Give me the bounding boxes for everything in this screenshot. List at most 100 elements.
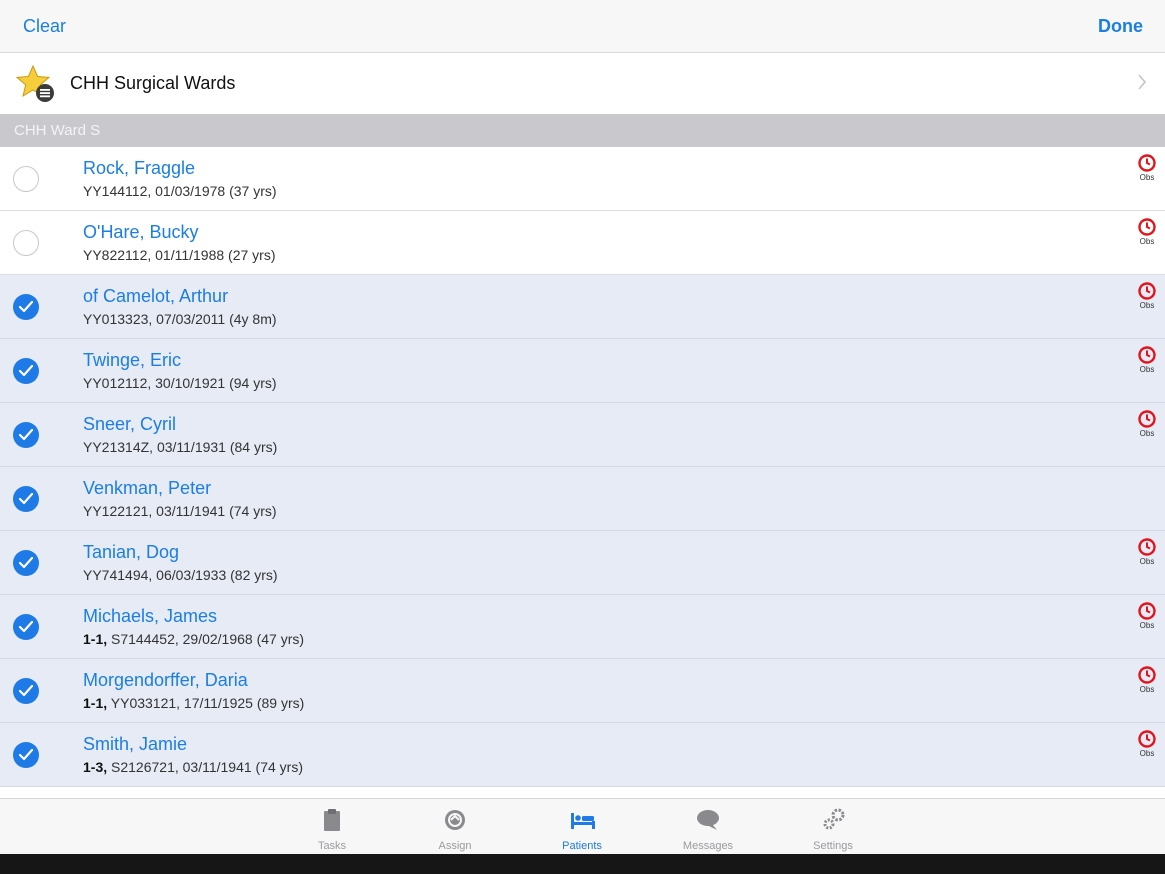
patient-detail: 1-1, YY033121, 17/11/1925 (89 yrs) [83, 695, 304, 711]
checkmark-selected-icon[interactable] [13, 486, 39, 512]
section-title: CHH Ward S [14, 122, 101, 139]
obs-label: Obs [1139, 429, 1155, 438]
tab-tasks[interactable]: Tasks [287, 799, 377, 855]
patient-detail: YY822112, 01/11/1988 (27 yrs) [83, 247, 276, 263]
checkmark-selected-icon[interactable] [13, 742, 39, 768]
patient-id-dob: YY144112, 01/03/1978 (37 yrs) [83, 183, 277, 199]
patient-name: O'Hare, Bucky [83, 222, 199, 242]
obs-due-indicator: Obs [1135, 217, 1159, 246]
checkmark-selected-icon[interactable] [13, 678, 39, 704]
obs-due-indicator: Obs [1135, 153, 1159, 182]
patient-row[interactable]: Twinge, Eric YY012112, 30/10/1921 (94 yrs… [0, 339, 1165, 403]
chevron-right-icon [1138, 74, 1147, 90]
tab-bar: Tasks Assign Patients Messages Settings [0, 798, 1165, 855]
star-list-icon [15, 64, 54, 102]
tab-label: Messages [682, 840, 734, 852]
alarm-clock-icon [1138, 282, 1156, 300]
patient-row[interactable]: Venkman, Peter YY122121, 03/11/1941 (74 y… [0, 467, 1165, 531]
checkbox-empty-icon[interactable] [13, 230, 39, 256]
patient-detail: YY013323, 07/03/2011 (4y 8m) [83, 311, 277, 327]
obs-label: Obs [1139, 749, 1155, 758]
patient-name: Smith, Jamie [83, 734, 188, 754]
patient-id-dob: YY013323, 07/03/2011 (4y 8m) [83, 311, 277, 327]
patient-id-dob: YY033121, 17/11/1925 (89 yrs) [107, 695, 305, 711]
checkmark-selected-icon[interactable] [13, 422, 39, 448]
alarm-clock-icon [1138, 154, 1156, 172]
patient-name: Sneer, Cyril [83, 414, 177, 434]
patient-id-dob: YY122121, 03/11/1941 (74 yrs) [83, 503, 277, 519]
patient-id-dob: YY21314Z, 03/11/1931 (84 yrs) [83, 439, 278, 455]
obs-due-indicator: Obs [1135, 729, 1159, 758]
obs-due-indicator: Obs [1135, 281, 1159, 310]
patient-detail: 1-3, S2126721, 03/11/1941 (74 yrs) [83, 759, 303, 775]
patient-name: of Camelot, Arthur [83, 286, 229, 306]
obs-due-indicator: Obs [1135, 537, 1159, 566]
obs-label: Obs [1139, 621, 1155, 630]
patient-list: Rock, Fraggle YY144112, 01/03/1978 (37 yr… [0, 147, 1165, 787]
clear-button[interactable]: Clear [23, 16, 66, 37]
ward-label: CHH Surgical Wards [70, 73, 236, 93]
section-header: CHH Ward S [0, 114, 1165, 147]
alarm-clock-icon [1138, 538, 1156, 556]
obs-label: Obs [1139, 365, 1155, 374]
tab-label: Assign [438, 840, 472, 852]
checkmark-selected-icon[interactable] [13, 550, 39, 576]
obs-due-indicator: Obs [1135, 345, 1159, 374]
patient-id-dob: S2126721, 03/11/1941 (74 yrs) [107, 759, 304, 775]
patient-detail: YY21314Z, 03/11/1931 (84 yrs) [83, 439, 277, 455]
alarm-clock-icon [1138, 602, 1156, 620]
obs-label: Obs [1139, 173, 1155, 182]
patient-id-dob: YY741494, 06/03/1933 (82 yrs) [83, 567, 278, 583]
ward-selector-row[interactable]: CHH Surgical Wards [0, 53, 1165, 114]
alarm-clock-icon [1138, 410, 1156, 428]
top-nav-bar: Clear Done [0, 0, 1165, 53]
obs-label: Obs [1139, 301, 1155, 310]
patient-row[interactable]: Rock, Fraggle YY144112, 01/03/1978 (37 yr… [0, 147, 1165, 211]
patient-row[interactable]: Michaels, James 1-1, S7144452, 29/02/1968… [0, 595, 1165, 659]
checkbox-empty-icon[interactable] [13, 166, 39, 192]
alarm-clock-icon [1138, 346, 1156, 364]
checkmark-selected-icon[interactable] [13, 614, 39, 640]
patient-name: Twinge, Eric [83, 350, 182, 370]
tab-assign[interactable]: Assign [410, 799, 500, 855]
obs-label: Obs [1139, 557, 1155, 566]
obs-due-indicator: Obs [1135, 601, 1159, 630]
patient-detail: YY122121, 03/11/1941 (74 yrs) [83, 503, 277, 519]
patient-name: Morgendorffer, Daria [83, 670, 248, 690]
alarm-clock-icon [1138, 666, 1156, 684]
patient-prefix: 1-1, [83, 631, 108, 647]
patient-id-dob: YY822112, 01/11/1988 (27 yrs) [83, 247, 276, 263]
patient-id-dob: S7144452, 29/02/1968 (47 yrs) [107, 631, 305, 647]
patient-name: Tanian, Dog [83, 542, 180, 562]
obs-due-indicator: Obs [1135, 409, 1159, 438]
alarm-clock-icon [1138, 730, 1156, 748]
tab-messages[interactable]: Messages [663, 799, 753, 855]
patient-name: Rock, Fraggle [83, 158, 196, 178]
patient-row[interactable]: of Camelot, Arthur YY013323, 07/03/2011 (… [0, 275, 1165, 339]
tab-label: Patients [562, 840, 602, 852]
done-button[interactable]: Done [1098, 16, 1143, 37]
checkmark-selected-icon[interactable] [13, 358, 39, 384]
patient-row[interactable]: O'Hare, Bucky YY822112, 01/11/1988 (27 yr… [0, 211, 1165, 275]
obs-label: Obs [1139, 237, 1155, 246]
patient-prefix: 1-1, [83, 695, 108, 711]
obs-due-indicator: Obs [1135, 665, 1159, 694]
patient-name: Venkman, Peter [83, 478, 212, 498]
tab-label: Tasks [317, 840, 347, 852]
patient-detail: YY012112, 30/10/1921 (94 yrs) [83, 375, 277, 391]
patient-row[interactable]: Tanian, Dog YY741494, 06/03/1933 (82 yrs)… [0, 531, 1165, 595]
patient-name: Michaels, James [83, 606, 218, 626]
patient-detail: 1-1, S7144452, 29/02/1968 (47 yrs) [83, 631, 304, 647]
patient-id-dob: YY012112, 30/10/1921 (94 yrs) [83, 375, 277, 391]
patient-row[interactable]: Smith, Jamie 1-3, S2126721, 03/11/1941 (7… [0, 723, 1165, 787]
patient-row[interactable]: Morgendorffer, Daria 1-1, YY033121, 17/11… [0, 659, 1165, 723]
tab-settings[interactable]: Settings [788, 799, 878, 855]
patient-detail: YY741494, 06/03/1933 (82 yrs) [83, 567, 278, 583]
patient-detail: YY144112, 01/03/1978 (37 yrs) [83, 183, 277, 199]
tab-patients[interactable]: Patients [537, 799, 627, 855]
patient-row[interactable]: Sneer, Cyril YY21314Z, 03/11/1931 (84 yrs… [0, 403, 1165, 467]
alarm-clock-icon [1138, 218, 1156, 236]
checkmark-selected-icon[interactable] [13, 294, 39, 320]
screen-bottom-edge [0, 854, 1165, 874]
obs-label: Obs [1139, 685, 1155, 694]
